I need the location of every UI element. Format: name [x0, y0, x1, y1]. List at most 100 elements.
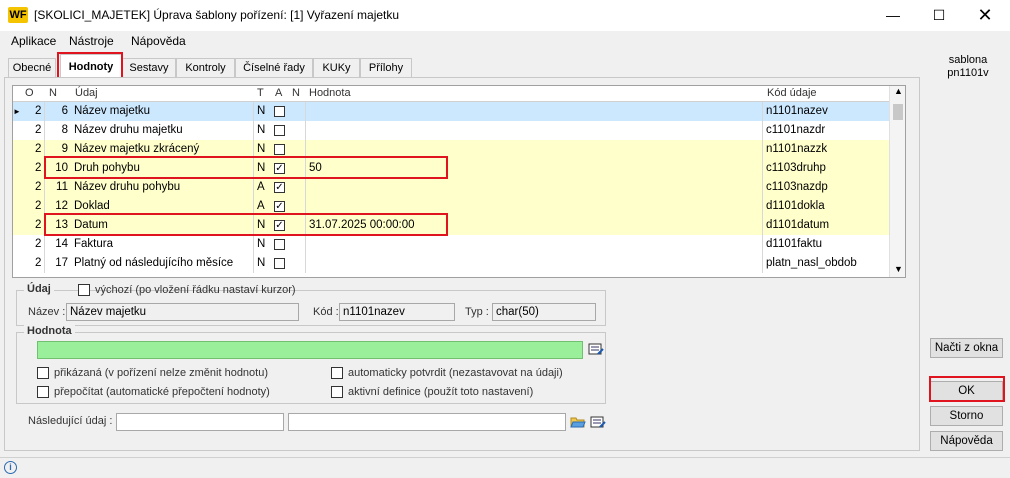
cell-t: A — [257, 181, 265, 193]
ok-button[interactable]: OK — [930, 381, 1003, 401]
cell-o: 2 — [35, 257, 42, 269]
template-code-label: sablona pn1101v — [930, 54, 1006, 80]
table-row[interactable]: 2 13 Datum N ✓ 31.07.2025 00:00:00 d1101datum — [13, 216, 889, 235]
cell-o: 2 — [35, 162, 42, 174]
cell-n: 17 — [55, 257, 68, 269]
table-row[interactable]: 2 12 Doklad A ✓ d1101dokla — [13, 197, 889, 216]
mandatory-checkbox[interactable] — [37, 367, 49, 379]
menu-aplikace[interactable]: Aplikace — [11, 34, 56, 48]
tab-kuky[interactable]: KUKy — [313, 58, 360, 77]
header-o[interactable]: O — [25, 86, 34, 101]
cell-name: Název majetku — [74, 105, 151, 117]
cell-a-checkbox[interactable]: ✓ — [274, 182, 285, 193]
cell-o: 2 — [35, 181, 42, 193]
next-field-label: Následující údaj : — [28, 415, 113, 427]
table-row[interactable]: 2 11 Název druhu pohybu A ✓ c1103nazdp — [13, 178, 889, 197]
tab-sestavy[interactable]: Sestavy — [122, 58, 176, 77]
header-hodnota[interactable]: Hodnota — [309, 86, 351, 101]
recalc-checkbox[interactable] — [37, 386, 49, 398]
recalc-label: přepočítat (automatické přepočtení hodno… — [54, 386, 270, 398]
cell-t: N — [257, 219, 266, 231]
table-row[interactable]: 2 9 Název majetku zkrácený Nn1101nazzk — [13, 140, 889, 159]
cell-code: d1101dokla — [766, 200, 825, 212]
code-field[interactable]: n1101nazev — [339, 303, 455, 321]
close-button[interactable]: ✕ — [962, 0, 1008, 31]
header-t[interactable]: T — [257, 86, 264, 101]
cell-n: 10 — [55, 162, 68, 174]
cell-a-checkbox[interactable] — [274, 258, 285, 269]
cell-t: N — [257, 124, 266, 136]
type-field[interactable]: char(50) — [492, 303, 596, 321]
autoconfirm-label: automaticky potvrdit (nezastavovat na úd… — [348, 367, 563, 379]
cell-code: c1103druhp — [766, 162, 826, 174]
minimize-button[interactable]: — — [870, 0, 916, 31]
table-row[interactable]: ► 2 6 Název majetku Nn1101nazev — [13, 102, 889, 121]
cell-o: 2 — [35, 200, 42, 212]
tab-prilohy[interactable]: Přílohy — [360, 58, 412, 77]
table-row[interactable]: 2 8 Název druhu majetku Nc1101nazdr — [13, 121, 889, 140]
autoconfirm-checkbox[interactable] — [331, 367, 343, 379]
cell-o: 2 — [35, 219, 42, 231]
hodnota-group-label: Hodnota — [24, 325, 75, 337]
cell-name: Faktura — [74, 238, 113, 250]
grid-header: O N Údaj T A N Hodnota Kód údaje — [13, 86, 889, 102]
header-n[interactable]: N — [49, 86, 57, 101]
cell-name: Název druhu majetku — [74, 124, 183, 136]
cell-a-checkbox[interactable] — [274, 125, 285, 136]
cell-name: Název druhu pohybu — [74, 181, 181, 193]
cell-n: 14 — [55, 238, 68, 250]
next-field-input-1[interactable] — [116, 413, 284, 431]
table-row[interactable]: 2 14 Faktura Nd1101faktu — [13, 235, 889, 254]
default-cursor-checkbox[interactable] — [78, 284, 90, 296]
cell-o: 2 — [35, 105, 42, 117]
cell-o: 2 — [35, 143, 42, 155]
cell-code: d1101datum — [766, 219, 830, 231]
cell-n: 13 — [55, 219, 68, 231]
table-row[interactable]: 2 10 Druh pohybu N ✓ 50 c1103druhp — [13, 159, 889, 178]
scroll-up-icon[interactable]: ▲ — [894, 86, 903, 96]
info-icon[interactable]: i — [4, 461, 17, 474]
cell-a-checkbox[interactable] — [274, 239, 285, 250]
cell-name: Platný od následujícího měsíce — [74, 257, 234, 269]
cell-a-checkbox[interactable] — [274, 144, 285, 155]
cell-o: 2 — [35, 238, 42, 250]
tab-kontroly[interactable]: Kontroly — [176, 58, 235, 77]
cell-a-checkbox[interactable]: ✓ — [274, 201, 285, 212]
udaj-group-label: Údaj — [24, 283, 54, 295]
menu-nastroje[interactable]: Nástroje — [69, 34, 114, 48]
name-field[interactable]: Název majetku — [66, 303, 299, 321]
table-row[interactable]: 2 17 Platný od následujícího měsíce Nplatn_… — [13, 254, 889, 273]
header-nn[interactable]: N — [292, 86, 300, 101]
scroll-thumb[interactable] — [893, 104, 903, 120]
values-grid[interactable]: O N Údaj T A N Hodnota Kód údaje ► 2 6 Náze… — [12, 85, 906, 278]
value-input[interactable] — [37, 341, 583, 359]
header-a[interactable]: A — [275, 86, 282, 101]
active-definition-checkbox[interactable] — [331, 386, 343, 398]
folder-open-icon[interactable] — [570, 415, 586, 429]
code-label: Kód : — [313, 306, 339, 318]
header-udaj[interactable]: Údaj — [75, 86, 98, 101]
cancel-button[interactable]: Storno — [930, 406, 1003, 426]
cell-n: 8 — [61, 124, 68, 136]
edit-value-icon[interactable] — [588, 342, 604, 356]
cell-code: platn_nasl_obdob — [766, 257, 857, 269]
cell-name: Datum — [74, 219, 108, 231]
scroll-down-icon[interactable]: ▼ — [894, 264, 903, 274]
cell-a-checkbox[interactable]: ✓ — [274, 163, 285, 174]
tab-ciselne-rady[interactable]: Číselné řady — [235, 58, 313, 77]
header-kod[interactable]: Kód údaje — [767, 86, 817, 101]
tab-hodnoty[interactable]: Hodnoty — [60, 54, 122, 78]
tab-obecne[interactable]: Obecné — [8, 58, 56, 77]
cell-a-checkbox[interactable] — [274, 106, 285, 117]
edit-next-icon[interactable] — [590, 415, 606, 429]
cell-a-checkbox[interactable]: ✓ — [274, 220, 285, 231]
name-label: Název : — [28, 306, 66, 318]
menu-napoveda[interactable]: Nápověda — [131, 34, 186, 48]
maximize-button[interactable]: ☐ — [916, 0, 962, 31]
cell-t: N — [257, 143, 266, 155]
cell-n: 11 — [56, 181, 68, 193]
load-from-window-button[interactable]: Načti z okna — [930, 338, 1003, 358]
next-field-input-2[interactable] — [288, 413, 566, 431]
cell-value: 50 — [309, 162, 322, 174]
help-button[interactable]: Nápověda — [930, 431, 1003, 451]
